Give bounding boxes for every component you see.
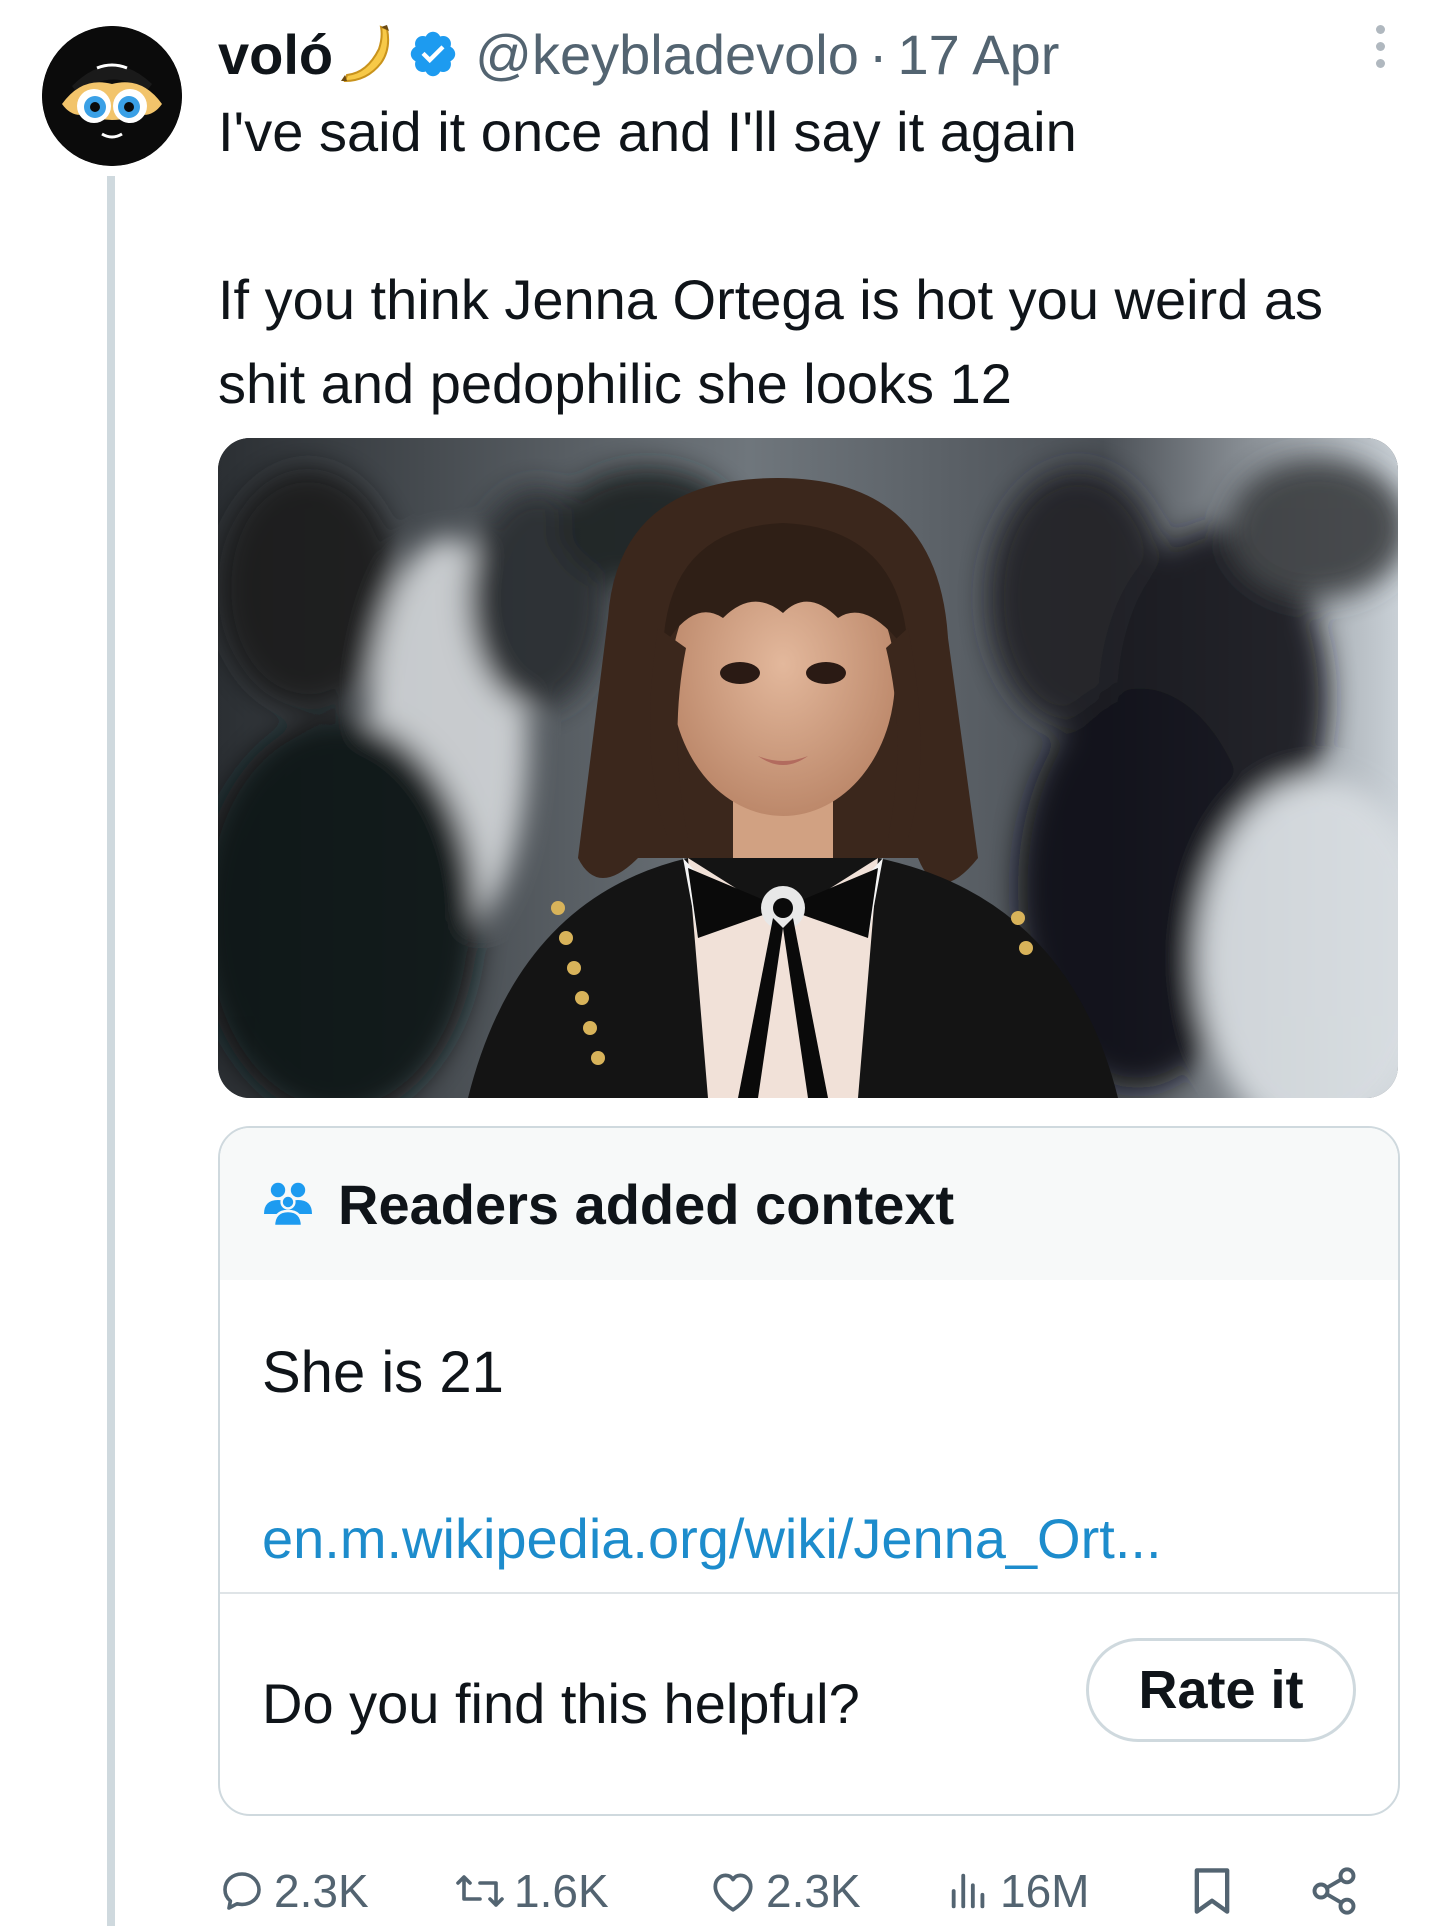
- avatar[interactable]: [42, 26, 182, 166]
- handle[interactable]: @keybladevolo: [475, 22, 859, 87]
- media-photo: [218, 438, 1398, 1098]
- bar-chart-icon: [951, 1873, 985, 1909]
- views-button[interactable]: 16M: [946, 1856, 1089, 1926]
- note-header: Readers added context: [220, 1128, 1398, 1280]
- like-button[interactable]: 2.3K: [708, 1856, 861, 1926]
- note-source-link[interactable]: en.m.wikipedia.org/wiki/Jenna_Ort...: [262, 1504, 1398, 1574]
- avatar-image: [42, 26, 182, 166]
- timestamp[interactable]: 17 Apr: [898, 22, 1060, 87]
- repost-count: 1.6K: [514, 1865, 609, 1917]
- tweet-media[interactable]: [218, 438, 1398, 1098]
- repost-button[interactable]: 1.6K: [454, 1856, 609, 1926]
- reply-button[interactable]: 2.3K: [218, 1856, 369, 1926]
- helpful-question: Do you find this helpful?: [262, 1671, 860, 1735]
- people-icon: [260, 1178, 316, 1231]
- share-button[interactable]: [1308, 1856, 1368, 1926]
- note-text: She is 21: [262, 1340, 504, 1405]
- community-note: Readers added context She is 21 en.m.wik…: [218, 1126, 1400, 1816]
- note-footer: Do you find this helpful? Rate it: [220, 1594, 1398, 1812]
- rate-it-button[interactable]: Rate it: [1086, 1638, 1356, 1742]
- tweet-text: I've said it once and I'll say it again …: [218, 90, 1400, 426]
- display-name[interactable]: voló: [218, 22, 333, 87]
- banana-emoji-icon: [337, 23, 393, 85]
- bookmark-icon: [1194, 1868, 1230, 1914]
- reply-bubble-icon: [223, 1872, 261, 1910]
- separator: ·: [868, 22, 888, 86]
- more-dots-icon[interactable]: [1360, 16, 1400, 76]
- tweet-header: voló @keybladevolo · 17 Apr: [218, 18, 1400, 90]
- thread-line: [107, 176, 115, 1926]
- action-bar: 2.3K 1.6K 2.3K 16M: [218, 1856, 1400, 1926]
- tweet-text-line-1: I've said it once and I'll say it again: [218, 100, 1077, 163]
- bookmark-button[interactable]: [1190, 1856, 1242, 1926]
- note-title: Readers added context: [338, 1172, 955, 1236]
- reply-count: 2.3K: [274, 1865, 369, 1917]
- note-body: She is 21 en.m.wikipedia.org/wiki/Jenna_…: [220, 1280, 1398, 1594]
- share-icon: [1312, 1867, 1356, 1915]
- repost-arrows-icon: [456, 1875, 504, 1907]
- verified-badge-icon: [407, 28, 459, 80]
- view-count: 16M: [1000, 1865, 1090, 1917]
- heart-icon: [713, 1873, 753, 1912]
- like-count: 2.3K: [766, 1865, 861, 1917]
- tweet-text-line-2: If you think Jenna Ortega is hot you wei…: [218, 268, 1324, 415]
